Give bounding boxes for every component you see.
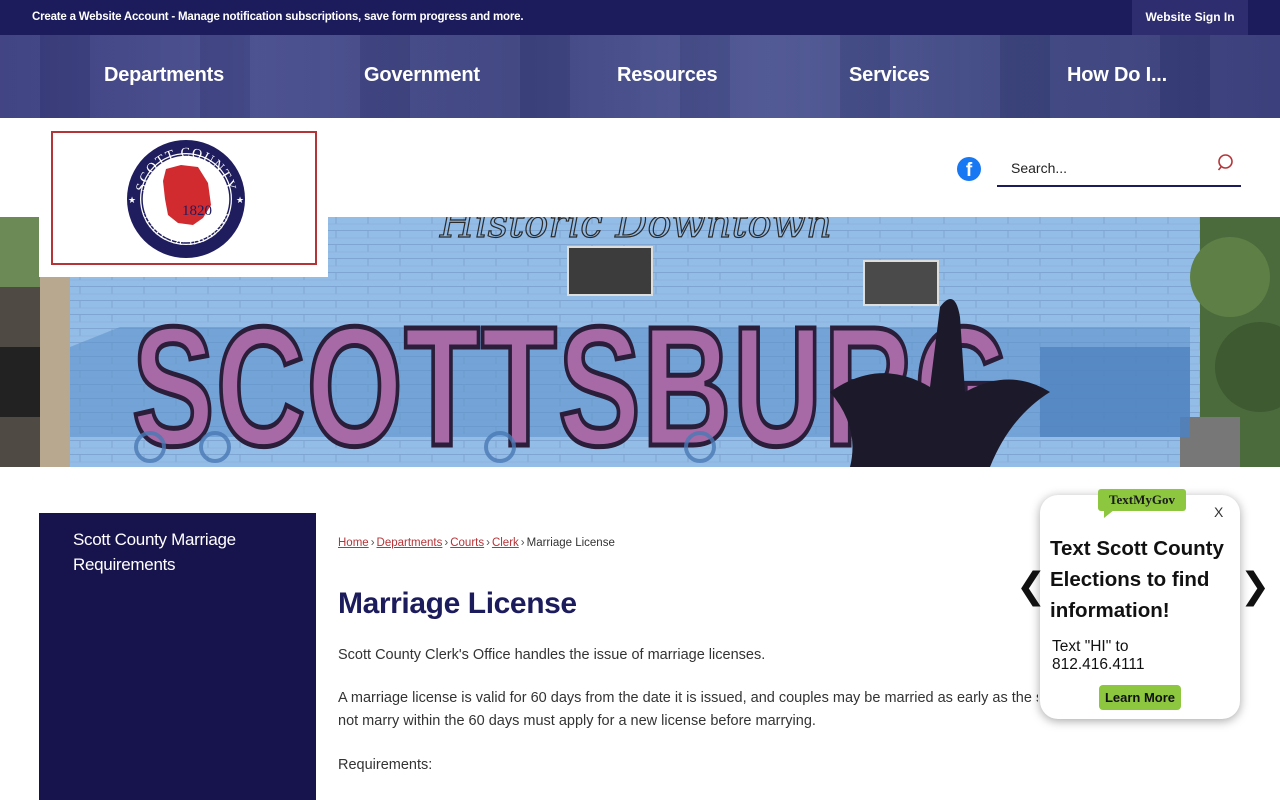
county-seal: SCOTT COUNTY STATE OF INDIANA ★ ★ 1820: [127, 140, 245, 258]
nav-item-how-do-i[interactable]: How Do I...: [1067, 64, 1167, 87]
search-icon[interactable]: [1217, 153, 1237, 173]
textmygov-badge: TextMyGov: [1098, 489, 1186, 511]
page-title: Marriage License: [338, 587, 577, 620]
logo-link[interactable]: SCOTT COUNTY STATE OF INDIANA ★ ★ 1820: [39, 118, 328, 277]
requirements-label: Requirements:: [338, 757, 433, 773]
breadcrumb: Home › Departments › Courts › Clerk › Marriage L…: [338, 537, 615, 549]
sidebar-navigation: Scott County Marriage Requirements: [39, 513, 316, 800]
learn-more-button[interactable]: Learn More: [1099, 685, 1181, 710]
chevron-right-icon[interactable]: ❯: [1240, 566, 1270, 607]
nav-item-resources[interactable]: Resources: [617, 64, 718, 87]
sidebar-item-marriage-requirements[interactable]: Scott County Marriage Requirements: [73, 527, 283, 577]
popup-text: Text "HI" to 812.416.4111: [1052, 638, 1145, 673]
chevron-left-icon[interactable]: ❮: [1016, 566, 1046, 607]
nav-item-departments[interactable]: Departments: [104, 64, 224, 87]
popup-close-button[interactable]: X: [1214, 504, 1223, 520]
svg-text:★: ★: [236, 195, 244, 205]
validity-paragraph: A marriage license is valid for 60 days …: [338, 690, 1038, 706]
search-box: [997, 148, 1241, 187]
search-input[interactable]: [997, 154, 1207, 182]
nav-item-government[interactable]: Government: [364, 64, 480, 87]
breadcrumb-home[interactable]: Home: [338, 537, 369, 549]
svg-text:★: ★: [128, 195, 136, 205]
breadcrumb-clerk[interactable]: Clerk: [492, 537, 519, 549]
intro-paragraph: Scott County Clerk's Office handles the …: [338, 647, 766, 663]
breadcrumb-courts[interactable]: Courts: [450, 537, 484, 549]
main-navigation: Departments Government Resources Service…: [0, 35, 1280, 118]
breadcrumb-separator: ›: [370, 537, 375, 549]
facebook-icon[interactable]: f: [957, 157, 981, 181]
create-account-link[interactable]: Create a Website Account - Manage notifi…: [32, 11, 524, 23]
textmygov-badge-tail: [1104, 510, 1114, 518]
breadcrumb-current: Marriage License: [526, 537, 615, 549]
breadcrumb-separator: ›: [486, 537, 490, 549]
county-seal-frame: SCOTT COUNTY STATE OF INDIANA ★ ★ 1820: [51, 131, 317, 265]
svg-text:Historic Downtown: Historic Downtown: [439, 217, 832, 247]
utility-bar: Create a Website Account - Manage notifi…: [0, 0, 1280, 35]
popup-title: Text Scott County Elections to find info…: [1050, 537, 1224, 622]
sign-in-button[interactable]: Website Sign In: [1132, 0, 1248, 35]
breadcrumb-separator: ›: [444, 537, 449, 549]
validity-paragraph-line2: not marry within the 60 days must apply …: [338, 713, 816, 729]
nav-item-services[interactable]: Services: [849, 64, 930, 87]
breadcrumb-separator: ›: [520, 537, 525, 549]
svg-text:1820: 1820: [182, 203, 212, 219]
breadcrumb-departments[interactable]: Departments: [377, 537, 443, 549]
